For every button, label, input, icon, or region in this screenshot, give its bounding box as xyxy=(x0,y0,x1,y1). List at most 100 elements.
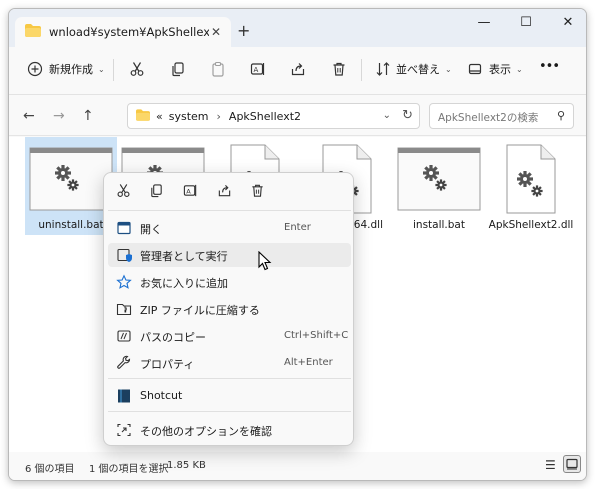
more-options-button[interactable]: ••• xyxy=(539,59,560,74)
new-tab-button[interactable]: + xyxy=(237,21,250,40)
chevron-down-icon: ⌄ xyxy=(445,64,452,74)
address-bar[interactable]: « system › ApkShellext2 ⌄ ↻ xyxy=(127,103,420,129)
menu-item-label: その他のオプションを確認 xyxy=(140,425,272,438)
clipboard-icon xyxy=(210,61,226,77)
svg-text:A: A xyxy=(186,187,191,195)
shotcut-app-icon xyxy=(116,388,132,404)
cut-button[interactable] xyxy=(129,61,145,77)
divider xyxy=(361,59,362,81)
details-view-icon[interactable]: ☰ xyxy=(545,458,556,472)
wrench-icon xyxy=(116,355,132,371)
search-input[interactable]: ApkShellext2の検索 ⚲ xyxy=(429,103,574,129)
file-name: ApkShellext2.dll xyxy=(488,219,574,231)
title-bar: wnload¥system¥ApkShellext2 ✕ + — ☐ ✕ xyxy=(9,9,586,47)
menu-item-shortcut: Enter xyxy=(284,222,311,233)
scissors-icon[interactable] xyxy=(116,183,131,201)
context-quick-actions: A xyxy=(104,173,353,209)
menu-item-label: パスのコピー xyxy=(140,331,206,344)
trash-icon xyxy=(331,61,347,77)
tab-current-folder[interactable]: wnload¥system¥ApkShellext2 ✕ xyxy=(15,17,231,47)
sort-icon xyxy=(375,61,391,77)
share-button[interactable] xyxy=(290,61,306,77)
chevron-down-icon: ⌄ xyxy=(98,64,105,74)
divider xyxy=(108,378,351,379)
up-arrow-icon[interactable]: ↑ xyxy=(82,108,94,124)
context-menu: A 開く Enter 管理者として実行 お気に入りに追加 ZIP ファイルに圧縮… xyxy=(103,172,354,446)
menu-item-copy-path[interactable]: パスのコピー Ctrl+Shift+C xyxy=(108,324,351,348)
large-icons-view-icon[interactable] xyxy=(563,455,581,473)
svg-text:A: A xyxy=(254,66,259,74)
item-count: 6 個の項目 xyxy=(25,464,75,475)
zip-folder-icon xyxy=(116,301,132,317)
selection-size: 1.85 KB xyxy=(167,460,206,471)
view-button-label: 表示 xyxy=(489,63,511,76)
more-options-icon xyxy=(116,422,132,438)
breadcrumb-overflow[interactable]: « xyxy=(156,110,163,123)
new-button-label: 新規作成 xyxy=(49,63,93,76)
menu-item-compress-zip[interactable]: ZIP ファイルに圧縮する xyxy=(108,297,351,321)
copy-icon xyxy=(170,61,186,77)
forward-arrow-icon[interactable]: → xyxy=(53,108,65,124)
divider xyxy=(108,411,351,412)
status-bar: 6 個の項目 1 個の項目を選択 1.85 KB ☰ xyxy=(9,452,586,480)
breadcrumb-apkshellext2[interactable]: ApkShellext2 xyxy=(229,110,301,123)
sort-button[interactable]: 並べ替え ⌄ xyxy=(375,61,452,77)
view-button[interactable]: 表示 ⌄ xyxy=(467,61,523,77)
delete-button[interactable] xyxy=(331,61,347,77)
breadcrumb-system[interactable]: system xyxy=(169,110,209,123)
menu-item-label: プロパティ xyxy=(140,358,195,371)
path-icon xyxy=(116,328,132,344)
menu-item-shortcut: Alt+Enter xyxy=(284,357,333,368)
share-icon xyxy=(290,61,306,77)
minimize-button[interactable]: — xyxy=(469,15,499,35)
tab-close-button[interactable]: ✕ xyxy=(211,25,221,39)
rename-icon[interactable]: A xyxy=(183,183,198,201)
share-icon[interactable] xyxy=(217,183,232,201)
maximize-button[interactable]: ☐ xyxy=(511,15,541,35)
copy-button[interactable] xyxy=(170,61,186,77)
menu-item-add-favorite[interactable]: お気に入りに追加 xyxy=(108,270,351,294)
menu-item-shortcut: Ctrl+Shift+C xyxy=(284,330,349,341)
file-name: install.bat xyxy=(413,219,465,231)
menu-item-run-as-admin[interactable]: 管理者として実行 xyxy=(108,243,351,267)
rename-button[interactable]: A xyxy=(250,61,266,77)
star-icon xyxy=(116,274,132,290)
copy-icon[interactable] xyxy=(149,183,164,201)
menu-item-label: ZIP ファイルに圧縮する xyxy=(140,304,260,317)
admin-shield-icon xyxy=(116,247,132,263)
file-item[interactable]: install.bat xyxy=(393,137,485,235)
folder-icon xyxy=(136,108,150,124)
back-arrow-icon[interactable]: ← xyxy=(23,108,35,124)
chevron-down-icon[interactable]: ⌄ xyxy=(383,110,391,121)
paste-button[interactable] xyxy=(210,61,226,77)
menu-item-label: 管理者として実行 xyxy=(140,250,228,263)
divider xyxy=(108,210,351,211)
trash-icon[interactable] xyxy=(250,183,265,201)
search-placeholder: ApkShellext2の検索 xyxy=(438,112,539,124)
rename-icon: A xyxy=(250,61,266,77)
menu-item-label: Shotcut xyxy=(140,389,183,402)
scissors-icon xyxy=(129,61,145,77)
folder-icon xyxy=(25,24,41,40)
plus-circle-icon xyxy=(27,61,43,77)
file-item[interactable]: ApkShellext2.dll xyxy=(485,137,577,235)
chevron-right-icon: › xyxy=(216,109,221,123)
chevron-down-icon: ⌄ xyxy=(516,64,523,74)
selection-count: 1 個の項目を選択 xyxy=(89,464,169,475)
open-window-icon xyxy=(116,220,132,236)
close-button[interactable]: ✕ xyxy=(553,15,583,35)
refresh-icon[interactable]: ↻ xyxy=(402,108,413,123)
mouse-cursor-icon xyxy=(258,250,272,274)
menu-item-properties[interactable]: プロパティ Alt+Enter xyxy=(108,351,351,375)
divider xyxy=(113,59,114,81)
menu-item-open[interactable]: 開く Enter xyxy=(108,216,351,240)
sort-button-label: 並べ替え xyxy=(396,63,440,76)
search-icon: ⚲ xyxy=(556,109,565,122)
menu-item-show-more-options[interactable]: その他のオプションを確認 xyxy=(108,418,351,442)
menu-item-label: 開く xyxy=(140,223,162,236)
new-button[interactable]: 新規作成 ⌄ xyxy=(27,61,105,77)
tab-label: wnload¥system¥ApkShellext2 xyxy=(49,25,209,39)
view-icon xyxy=(467,61,483,77)
menu-item-shotcut[interactable]: Shotcut xyxy=(108,384,351,408)
menu-item-label: お気に入りに追加 xyxy=(140,277,228,290)
